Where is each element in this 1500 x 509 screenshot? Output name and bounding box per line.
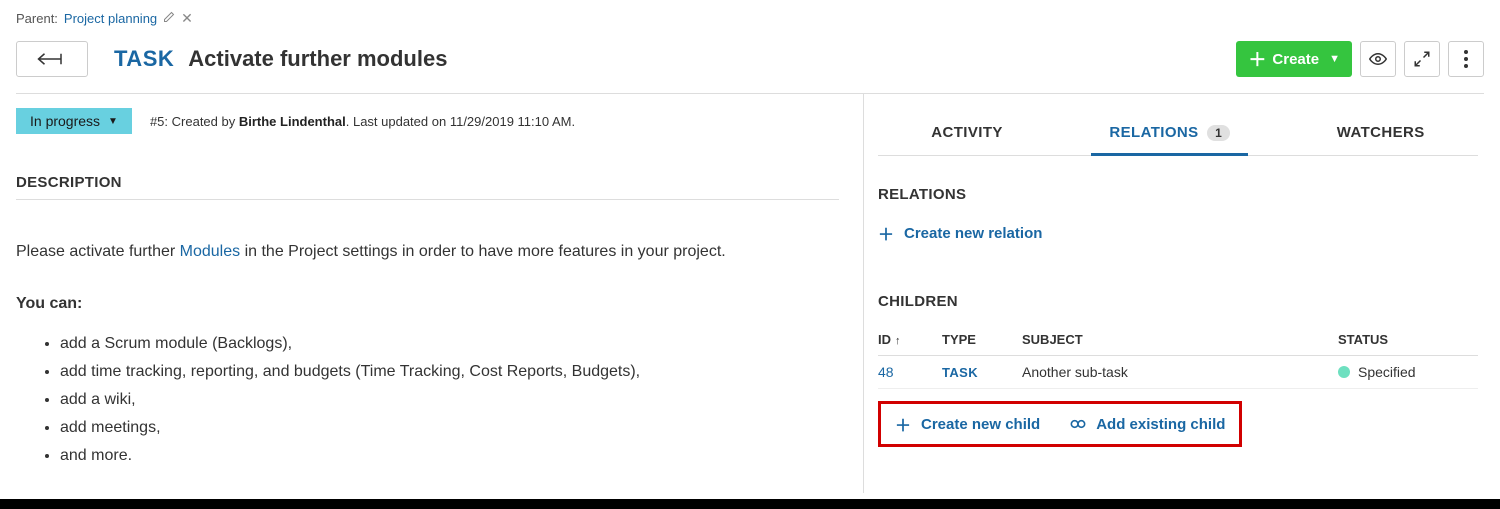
- status-dropdown[interactable]: In progress ▼: [16, 108, 132, 134]
- create-button[interactable]: ＋ Create ▼: [1236, 41, 1352, 77]
- author-link[interactable]: Birthe Lindenthal: [239, 114, 346, 129]
- col-id[interactable]: ID↑: [878, 332, 942, 347]
- tab-watchers[interactable]: WATCHERS: [1329, 110, 1433, 155]
- create-child-button[interactable]: ＋ Create new child: [895, 412, 1040, 436]
- list-item: and more.: [60, 444, 839, 468]
- description-heading: DESCRIPTION: [16, 174, 839, 200]
- children-heading: CHILDREN: [878, 293, 1478, 310]
- page-title[interactable]: Activate further modules: [188, 46, 447, 72]
- list-item: add meetings,: [60, 416, 839, 440]
- pencil-icon[interactable]: [163, 11, 175, 26]
- meta-info: #5: Created by Birthe Lindenthal. Last u…: [150, 114, 575, 129]
- plus-icon: ＋: [895, 412, 911, 436]
- child-subject: Another sub-task: [1022, 364, 1338, 380]
- screenshot-bottom-crop: [0, 499, 1500, 509]
- back-button[interactable]: [16, 41, 88, 77]
- tab-relations[interactable]: RELATIONS 1: [1101, 110, 1238, 155]
- list-item: add a Scrum module (Backlogs),: [60, 332, 839, 356]
- child-type-link[interactable]: TASK: [942, 365, 1022, 380]
- col-status[interactable]: STATUS: [1338, 332, 1478, 347]
- plus-icon: ＋: [1248, 46, 1266, 72]
- detail-tabs: ACTIVITY RELATIONS 1 WATCHERS: [878, 110, 1478, 156]
- more-actions-button[interactable]: [1448, 41, 1484, 77]
- status-line: In progress ▼ #5: Created by Birthe Lind…: [16, 108, 839, 134]
- child-id-link[interactable]: 48: [878, 364, 942, 380]
- relations-heading: RELATIONS: [878, 186, 1478, 203]
- link-icon: [1070, 416, 1086, 432]
- chevron-down-icon: ▼: [1329, 53, 1340, 65]
- chevron-down-icon: ▼: [108, 116, 118, 127]
- title-row: TASK Activate further modules ＋ Create ▼: [16, 37, 1484, 93]
- parent-link[interactable]: Project planning: [64, 11, 157, 26]
- child-status: Specified: [1338, 364, 1478, 380]
- parent-breadcrumb: Parent: Project planning ✕: [16, 10, 1484, 37]
- work-package-type[interactable]: TASK: [114, 46, 174, 72]
- tab-activity[interactable]: ACTIVITY: [923, 110, 1011, 155]
- add-existing-child-button[interactable]: Add existing child: [1070, 412, 1225, 436]
- col-type[interactable]: TYPE: [942, 332, 1022, 347]
- list-item: add time tracking, reporting, and budget…: [60, 360, 839, 384]
- plus-icon: ＋: [878, 221, 894, 245]
- children-table-header: ID↑ TYPE SUBJECT STATUS: [878, 324, 1478, 356]
- list-item: add a wiki,: [60, 388, 839, 412]
- child-actions-highlight: ＋ Create new child Add existing child: [878, 401, 1242, 447]
- status-dot-icon: [1338, 366, 1350, 378]
- col-subject[interactable]: SUBJECT: [1022, 332, 1338, 347]
- modules-link[interactable]: Modules: [180, 243, 240, 260]
- table-row[interactable]: 48 TASK Another sub-task Specified: [878, 356, 1478, 389]
- sort-asc-icon: ↑: [895, 335, 901, 347]
- create-relation-button[interactable]: ＋ Create new relation: [878, 221, 1042, 245]
- close-icon[interactable]: ✕: [181, 10, 193, 27]
- fullscreen-button[interactable]: [1404, 41, 1440, 77]
- dots-vertical-icon: [1464, 50, 1468, 68]
- relations-count-badge: 1: [1207, 125, 1230, 141]
- description-body[interactable]: Please activate further Modules in the P…: [16, 200, 839, 468]
- watch-button[interactable]: [1360, 41, 1396, 77]
- parent-label: Parent:: [16, 11, 58, 26]
